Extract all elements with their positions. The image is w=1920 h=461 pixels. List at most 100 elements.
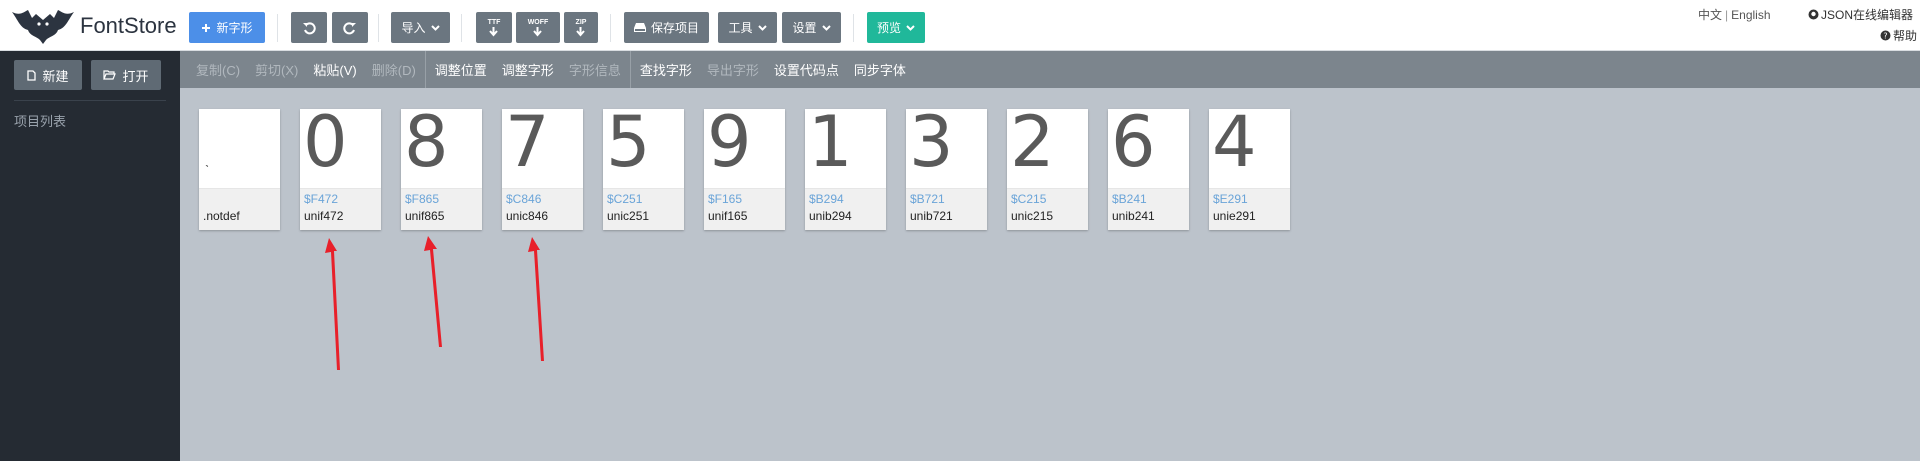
glyph-preview: 7 [502, 109, 583, 189]
question-circle-icon: ? [1880, 30, 1891, 41]
chevron-down-icon [430, 24, 440, 31]
glyph-info: $F165 unif165 [704, 189, 785, 230]
chevron-down-icon [906, 24, 915, 31]
glyph-name: unif165 [708, 209, 748, 223]
chevron-down-icon [821, 24, 831, 31]
language-switcher: 中文 | English [1698, 6, 1771, 23]
separator [277, 14, 278, 42]
annotation-arrow [325, 238, 340, 370]
glyph-card[interactable]: 2 $C215 unic215 [1007, 109, 1088, 230]
glyph-preview: 9 [704, 109, 785, 189]
glyph-info: $F865 unif865 [401, 189, 482, 230]
toolbar-item[interactable]: 粘贴(V) [313, 60, 356, 79]
settings-label: 设置 [792, 21, 817, 35]
notdef-mark-icon: ˎ [205, 151, 210, 167]
new-glyph-button[interactable]: 新字形 [189, 12, 265, 43]
toolbar-item[interactable]: 设置代码点 [774, 60, 839, 79]
glyph-name: unib241 [1112, 209, 1155, 223]
undo-button[interactable] [291, 12, 327, 43]
json-editor-link[interactable]: JSON在线编辑器 [1808, 6, 1913, 23]
toolbar-item[interactable]: 同步字体 [854, 60, 906, 79]
toolbar-item[interactable]: 删除(D) [372, 60, 416, 79]
toolbar-separator [629, 51, 631, 88]
toolbar-item[interactable]: 字形信息 [569, 60, 621, 79]
toolbar-item[interactable]: 查找字形 [640, 60, 692, 79]
glyph-card[interactable]: 9 $F165 unif165 [704, 109, 785, 230]
preview-label: 预览 [876, 21, 901, 35]
glyph-card[interactable]: 0 $F472 unif472 [300, 109, 381, 230]
glyph-code: $B294 [809, 192, 844, 206]
export-woff-button[interactable]: WOFF [516, 12, 560, 43]
settings-dropdown-button[interactable]: 设置 [782, 12, 841, 43]
glyph-preview: 1 [805, 109, 886, 189]
glyph-card[interactable]: 7 $C846 unic846 [502, 109, 583, 230]
new-project-button[interactable]: 新建 [14, 60, 82, 90]
export-ttf-button[interactable]: TTF [476, 12, 512, 43]
glyph-code: $E291 [1213, 192, 1248, 206]
glyph-card[interactable]: 8 $F865 unif865 [401, 109, 482, 230]
help-link[interactable]: ? 帮助 [1880, 27, 1917, 44]
glyph-name: unic251 [607, 209, 650, 223]
glyph-card[interactable]: ˎ .notdef [199, 109, 280, 230]
glyph-code: $B241 [1112, 192, 1147, 206]
save-project-button[interactable]: 保存项目 [624, 12, 709, 43]
glyph-info: $F472 unif472 [300, 189, 381, 230]
app-logo[interactable]: FontStore [10, 4, 180, 48]
hard-drive-icon [633, 23, 646, 32]
toolbar-item[interactable]: 调整字形 [502, 60, 554, 79]
lang-en-link[interactable]: English [1731, 8, 1770, 22]
tools-dropdown-button[interactable]: 工具 [718, 12, 777, 43]
github-icon [1808, 9, 1819, 20]
glyph-code: $F165 [708, 192, 743, 206]
project-list-title: 项目列表 [14, 114, 67, 129]
redo-button[interactable] [332, 12, 368, 43]
glyph-preview: 5 [603, 109, 684, 189]
import-label: 导入 [401, 21, 426, 35]
glyph-code: $C251 [607, 192, 643, 206]
edit-toolbar: 复制(C) 剪切(X) 粘贴(V) 删除(D) 调整位置 调整字形 字形信息 查找字形 导出字形… [180, 51, 1920, 88]
separator [610, 14, 611, 42]
glyph-card[interactable]: 5 $C251 unic251 [603, 109, 684, 230]
export-zip-button[interactable]: ZIP [564, 12, 598, 43]
glyph-code: $C215 [1011, 192, 1047, 206]
glyph-info: $C215 unic215 [1007, 189, 1088, 230]
glyph-name: unif865 [405, 209, 445, 223]
glyph-info: $C846 unic846 [502, 189, 583, 230]
glyph-grid: ˎ .notdef 0 $F472 unif472 8 $F865 unif865 7 $C846… [199, 109, 1290, 230]
ttf-label: TTF [487, 18, 501, 26]
glyph-info: .notdef [199, 189, 280, 230]
glyph-name: unif472 [304, 209, 344, 223]
undo-icon [303, 21, 316, 34]
glyph-card[interactable]: 1 $B294 unib294 [805, 109, 886, 230]
glyph-name: unic846 [506, 209, 549, 223]
import-dropdown-button[interactable]: 导入 [391, 12, 450, 43]
glyph-name: unie291 [1213, 209, 1256, 223]
separator [378, 14, 379, 42]
new-project-label: 新建 [42, 68, 69, 84]
toolbar-item[interactable]: 复制(C) [196, 60, 240, 79]
app-name: FontStore [80, 13, 177, 38]
annotation-arrow [424, 236, 442, 347]
toolbar-item[interactable]: 导出字形 [707, 60, 759, 79]
glyph-preview: 8 [401, 109, 482, 189]
zip-label: ZIP [575, 18, 587, 26]
glyph-card[interactable]: 6 $B241 unib241 [1108, 109, 1189, 230]
download-arrow-icon [576, 26, 586, 37]
preview-dropdown-button[interactable]: 预览 [867, 12, 925, 43]
toolbar-item[interactable]: 调整位置 [435, 60, 487, 79]
plus-icon [202, 23, 211, 32]
folder-open-icon [103, 70, 117, 80]
glyph-card[interactable]: 3 $B721 unib721 [906, 109, 987, 230]
glyph-name: unib294 [809, 209, 852, 223]
open-project-button[interactable]: 打开 [91, 60, 161, 90]
tools-label: 工具 [728, 21, 753, 35]
toolbar-item[interactable]: 剪切(X) [255, 60, 298, 79]
separator [461, 14, 462, 42]
open-project-label: 打开 [122, 68, 149, 84]
chevron-down-icon [757, 24, 767, 31]
svg-text:?: ? [1883, 32, 1887, 41]
glyph-card[interactable]: 4 $E291 unie291 [1209, 109, 1290, 230]
glyph-name: unic215 [1011, 209, 1054, 223]
lang-separator: | [1725, 8, 1729, 22]
lang-zh-link[interactable]: 中文 [1698, 8, 1722, 22]
